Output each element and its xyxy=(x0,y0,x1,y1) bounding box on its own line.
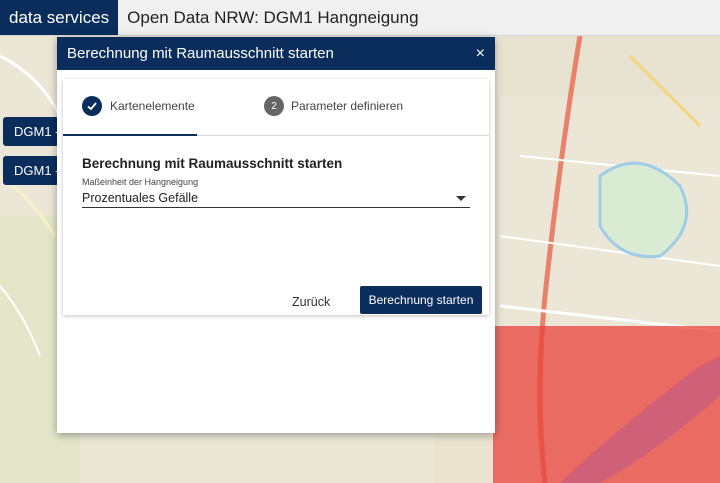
chevron-down-icon[interactable] xyxy=(456,195,466,201)
step-number-badge: 2 xyxy=(264,96,284,116)
check-icon xyxy=(82,96,102,116)
step-label: Kartenelemente xyxy=(110,99,195,113)
dialog-header: Berechnung mit Raumausschnitt starten × xyxy=(57,37,495,70)
stepper-card: Kartenelemente 2 Parameter definieren Be… xyxy=(63,79,489,315)
parameter-form: Berechnung mit Raumausschnitt starten Ma… xyxy=(63,136,489,208)
layer-button-dgm1-1[interactable]: DGM1 - xyxy=(3,117,59,146)
brand-logo[interactable]: data services xyxy=(0,0,119,35)
step-label: Parameter definieren xyxy=(291,99,404,113)
step-kartenelemente[interactable]: Kartenelemente xyxy=(82,96,195,116)
close-icon[interactable]: × xyxy=(476,45,485,63)
unit-field-label: Maßeinheit der Hangneigung xyxy=(82,177,199,187)
calculation-dialog: Berechnung mit Raumausschnitt starten × … xyxy=(57,37,495,433)
unit-select[interactable]: Prozentuales Gefälle xyxy=(82,189,470,208)
start-calculation-button[interactable]: Berechnung starten xyxy=(360,286,482,314)
step-parameter-definieren[interactable]: 2 Parameter definieren xyxy=(264,96,403,116)
dialog-title: Berechnung mit Raumausschnitt starten xyxy=(67,45,334,62)
app-title: Open Data NRW: DGM1 Hangneigung xyxy=(127,7,419,27)
back-button[interactable]: Zurück xyxy=(292,295,330,309)
active-step-indicator xyxy=(63,134,197,136)
top-bar: data services Open Data NRW: DGM1 Hangne… xyxy=(0,0,720,36)
unit-select-value: Prozentuales Gefälle xyxy=(82,191,199,205)
form-heading: Berechnung mit Raumausschnitt starten xyxy=(82,156,343,171)
layer-button-dgm1-2[interactable]: DGM1 - xyxy=(3,156,59,185)
stepper: Kartenelemente 2 Parameter definieren xyxy=(63,79,489,136)
